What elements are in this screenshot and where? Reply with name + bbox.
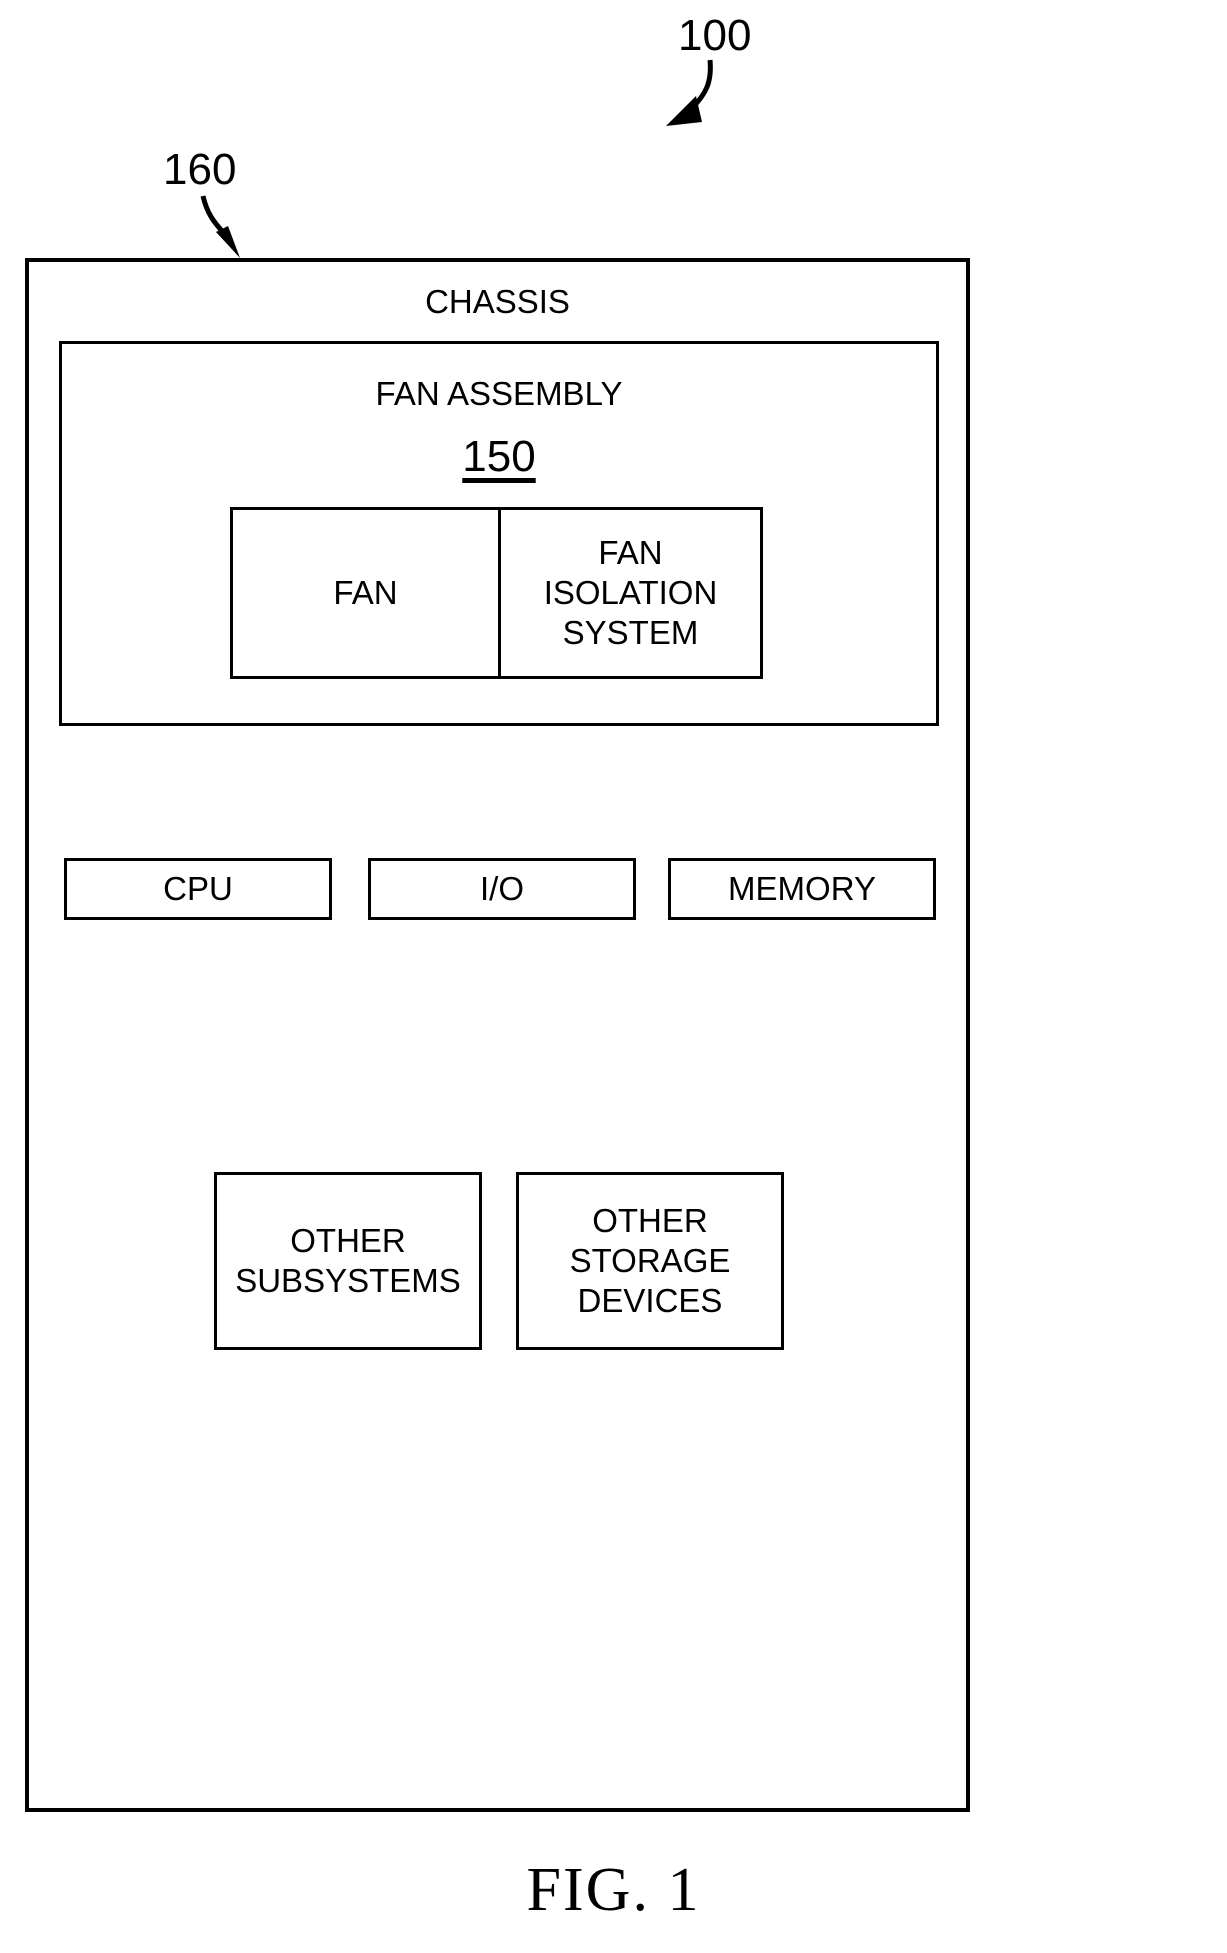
chassis-title: CHASSIS — [425, 283, 570, 320]
cpu-label: CPU — [163, 870, 233, 907]
other-subsystems-label: OTHER SUBSYSTEMS — [235, 1222, 461, 1299]
cpu-box: CPU — [64, 858, 332, 920]
io-box: I/O — [368, 858, 636, 920]
memory-box: MEMORY — [668, 858, 936, 920]
fan-isolation-system-label: FAN ISOLATION SYSTEM — [543, 534, 718, 651]
chassis-box: CHASSIS FAN ASSEMBLY 150 FAN FAN ISOLATI… — [25, 258, 970, 1812]
fan-assembly-title: FAN ASSEMBLY — [375, 375, 623, 412]
other-subsystems-box: OTHER SUBSYSTEMS — [214, 1172, 482, 1350]
leader-100 — [666, 59, 713, 126]
other-storage-devices-label: OTHER STORAGE DEVICES — [569, 1202, 731, 1319]
figure-caption: FIG. 1 — [526, 1856, 701, 1924]
fan-assembly-box: FAN ASSEMBLY 150 FAN FAN ISOLATION SYSTE… — [59, 341, 939, 726]
fan-box: FAN — [230, 507, 498, 679]
other-storage-devices-box: OTHER STORAGE DEVICES — [516, 1172, 784, 1350]
io-label: I/O — [479, 870, 524, 907]
ref-160: 160 — [163, 145, 237, 194]
leader-160 — [200, 195, 240, 258]
fan-assembly-ref: 150 — [462, 432, 536, 481]
fan-isolation-system-box: FAN ISOLATION SYSTEM — [498, 507, 763, 679]
fan-label: FAN — [333, 574, 398, 611]
ref-100: 100 — [678, 11, 752, 60]
patent-figure: 100 160 152 154 102 104 106 112 108 110 … — [0, 0, 1227, 1953]
memory-label: MEMORY — [728, 870, 876, 907]
